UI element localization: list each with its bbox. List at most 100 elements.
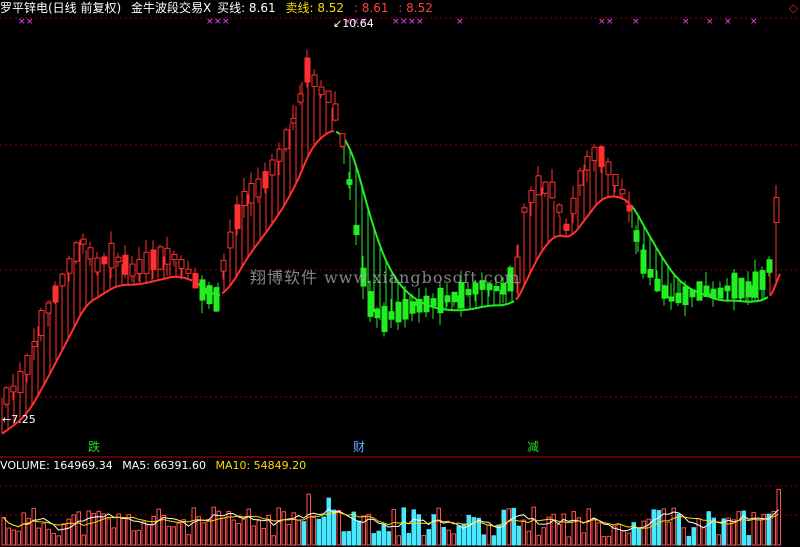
candle-body xyxy=(591,146,598,162)
volume-bar xyxy=(286,523,291,546)
volume-bar xyxy=(106,518,111,546)
candle-body xyxy=(59,273,66,287)
signal-x-marker: × xyxy=(606,17,614,27)
volume-bar xyxy=(456,525,461,546)
volume-bar xyxy=(146,524,151,546)
diamond-icon[interactable]: ◇ xyxy=(789,1,798,15)
volume-bar xyxy=(361,515,366,546)
signal-x-marker: × xyxy=(392,17,400,27)
candle-body xyxy=(164,247,171,265)
volume-bar xyxy=(446,529,451,546)
volume-bar xyxy=(156,508,161,546)
volume-bar xyxy=(696,518,701,546)
volume-legend: VOLUME: 164969.34 MA5: 66391.60 MA10: 54… xyxy=(0,459,312,473)
candle-body xyxy=(283,129,290,150)
signal-x-marker: × xyxy=(416,17,424,27)
candle-body xyxy=(542,181,549,194)
signal-x-marker: × xyxy=(400,17,408,27)
volume-bar xyxy=(716,534,721,546)
volume-bar xyxy=(346,531,351,546)
volume-bar xyxy=(206,518,211,546)
candle-body xyxy=(766,259,773,273)
candle-body xyxy=(255,178,262,198)
signal-x-marker: × xyxy=(222,17,230,27)
volume-bar xyxy=(596,522,601,546)
candle-body xyxy=(73,242,80,262)
volume-bar xyxy=(131,530,136,546)
volume-bar xyxy=(246,508,251,546)
candle-body xyxy=(129,263,136,277)
candle-body xyxy=(101,256,108,265)
volume-bar xyxy=(586,508,591,546)
volume-bar xyxy=(746,535,751,546)
volume-bar xyxy=(396,535,401,546)
candle-body xyxy=(535,175,542,196)
candle-body xyxy=(388,311,395,320)
volume-bar xyxy=(686,535,691,546)
volume-bar xyxy=(556,524,561,546)
volume-bar xyxy=(711,517,716,546)
volume-bar xyxy=(376,530,381,546)
volume-bar xyxy=(751,512,756,546)
candle-body xyxy=(423,295,430,313)
volume-bar xyxy=(51,532,56,546)
signal-x-marker: × xyxy=(206,17,214,27)
candle-body xyxy=(696,281,703,301)
volume-bar xyxy=(56,535,61,546)
volume-bar xyxy=(36,527,41,546)
volume-bar xyxy=(756,519,761,546)
candle-body xyxy=(661,285,668,299)
volume-bar xyxy=(436,507,441,546)
volume-bar xyxy=(416,514,421,546)
volume-bar xyxy=(86,510,91,546)
volume-bar xyxy=(281,511,286,546)
signal-label-3: 减 xyxy=(527,440,540,454)
candle-body xyxy=(521,207,528,213)
stock-title: 罗平锌电(日线 前复权) xyxy=(0,1,122,15)
signal-x-marker: × xyxy=(706,17,714,27)
buy-line-value: 买线: 8.61 xyxy=(217,1,276,15)
volume-bar xyxy=(701,527,706,546)
candle-body xyxy=(199,279,206,301)
candle-body xyxy=(668,296,675,302)
candle-body xyxy=(402,298,409,320)
candle-body xyxy=(108,242,115,269)
volume-bar xyxy=(541,527,546,546)
volume-bar xyxy=(331,509,336,546)
candle-body xyxy=(17,370,24,394)
signal-label-2: 财 xyxy=(353,440,366,454)
candle-body xyxy=(675,292,682,304)
volume-bar xyxy=(551,513,556,546)
candle-body xyxy=(248,183,255,204)
signal-x-marker: × xyxy=(598,17,606,27)
volume-bar xyxy=(566,536,571,546)
candle-body xyxy=(703,285,710,298)
volume-bar xyxy=(426,529,431,546)
volume-bar xyxy=(561,513,566,546)
volume-bar xyxy=(421,534,426,546)
candle-body xyxy=(80,238,87,245)
candle-body xyxy=(157,246,164,270)
candle-body xyxy=(234,204,241,230)
candle-body xyxy=(752,271,759,298)
candle-body xyxy=(598,146,605,168)
volume-bar xyxy=(491,535,496,546)
volume-bar xyxy=(176,522,181,546)
candle-body xyxy=(45,302,52,314)
volume-bar xyxy=(41,523,46,546)
candle-body xyxy=(416,298,423,313)
candle-body xyxy=(570,197,577,215)
volume-bar xyxy=(261,527,266,546)
ma5-value: MA5: 66391.60 xyxy=(122,459,206,472)
volume-bar xyxy=(441,527,446,546)
volume-bar xyxy=(601,536,606,546)
volume-bar xyxy=(21,512,26,546)
volume-bar xyxy=(506,508,511,546)
signal-x-marker: × xyxy=(456,17,464,27)
candle-body xyxy=(584,156,591,171)
candle-body xyxy=(143,251,150,275)
candle-body xyxy=(332,103,339,121)
volume-bar xyxy=(511,507,516,546)
candle-body xyxy=(430,298,437,307)
volume-bar xyxy=(116,513,121,546)
